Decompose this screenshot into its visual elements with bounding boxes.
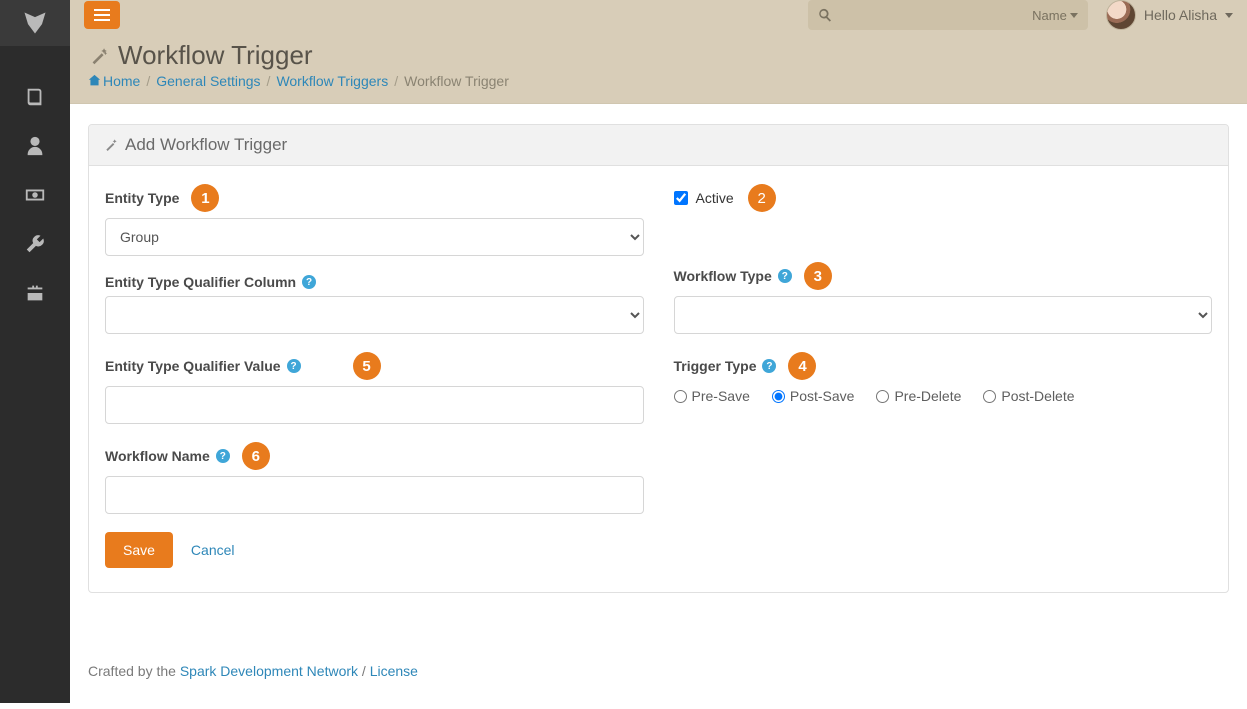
breadcrumb-home[interactable]: Home [88,73,140,89]
callout-5: 5 [353,352,381,380]
callout-2: 2 [748,184,776,212]
search-input[interactable] [832,8,1032,23]
callout-6: 6 [242,442,270,470]
hamburger-icon [94,8,110,22]
callout-4: 4 [788,352,816,380]
workflow-name-label: Workflow Name [105,448,210,464]
user-menu[interactable]: Hello Alisha [1106,0,1233,30]
search-box[interactable]: Name [808,0,1088,30]
panel-workflow-trigger: Add Workflow Trigger Entity Type 1 Group [88,124,1229,593]
trigger-type-label: Trigger Type [674,358,757,374]
main-area: Name Hello Alisha Workflow Trigger Home … [70,0,1247,703]
radio-pre-delete[interactable] [876,390,889,403]
form-actions: Save Cancel [105,532,644,568]
trigger-type-option-presave[interactable]: Pre-Save [674,388,750,404]
trigger-type-option-predelete[interactable]: Pre-Delete [876,388,961,404]
entity-type-label: Entity Type [105,190,179,206]
workflow-type-label: Workflow Type [674,268,772,284]
etqv-label: Entity Type Qualifier Value [105,358,281,374]
caret-down-icon [1070,13,1078,18]
callout-1: 1 [191,184,219,212]
save-button[interactable]: Save [105,532,173,568]
page-title: Workflow Trigger [88,40,1229,71]
cancel-link[interactable]: Cancel [191,542,235,558]
wrench-icon [24,233,46,255]
field-active: Active 2 [674,184,1213,212]
radio-post-save[interactable] [772,390,785,403]
footer-prefix: Crafted by the [88,663,180,679]
field-trigger-type: Trigger Type ? 4 Pre-Save Post-Save Pre-… [674,352,1213,410]
footer-license-link[interactable]: License [370,663,418,679]
radio-post-delete[interactable] [983,390,996,403]
field-workflow-type: Workflow Type ? 3 [674,262,1213,334]
form-right-column: Active 2 Workflow Type ? 3 [674,184,1213,568]
panel-title: Add Workflow Trigger [125,135,287,155]
page-header: Workflow Trigger Home / General Settings… [70,30,1247,104]
form-left-column: Entity Type 1 Group Entity Type Qualifie… [105,184,644,568]
sidebar-item-admin[interactable] [24,282,46,307]
entity-type-qualifier-value-input[interactable] [105,386,644,424]
money-icon [24,184,46,206]
footer-spark-link[interactable]: Spark Development Network [180,663,358,679]
workflow-type-select[interactable] [674,296,1213,334]
workflow-name-input[interactable] [105,476,644,514]
sidebar-nav [24,46,46,307]
active-checkbox[interactable] [674,191,688,205]
radio-pre-save[interactable] [674,390,687,403]
sidebar-item-money[interactable] [24,184,46,209]
content: Add Workflow Trigger Entity Type 1 Group [70,104,1247,709]
briefcase-icon [24,282,46,304]
help-icon[interactable]: ? [287,359,301,373]
breadcrumb-general-settings[interactable]: General Settings [156,73,260,89]
etqc-label: Entity Type Qualifier Column [105,274,296,290]
search-type-label: Name [1032,8,1067,23]
user-greeting: Hello Alisha [1144,7,1217,23]
rock-logo-icon [21,9,49,37]
help-icon[interactable]: ? [778,269,792,283]
avatar [1106,0,1136,30]
field-entity-type: Entity Type 1 Group [105,184,644,256]
menu-toggle-button[interactable] [84,1,120,29]
help-icon[interactable]: ? [216,449,230,463]
book-icon [24,86,46,108]
sidebar-item-book[interactable] [24,86,46,111]
brand-logo[interactable] [0,0,70,46]
field-entity-type-qualifier-column: Entity Type Qualifier Column ? [105,274,644,334]
person-icon [24,135,46,157]
search-type-dropdown[interactable]: Name [1032,8,1078,23]
field-workflow-name: Workflow Name ? 6 [105,442,644,514]
active-label: Active [696,190,734,206]
breadcrumb: Home / General Settings / Workflow Trigg… [88,73,1229,89]
trigger-type-option-postsave[interactable]: Post-Save [772,388,855,404]
field-entity-type-qualifier-value: Entity Type Qualifier Value ? 5 [105,352,644,424]
help-icon[interactable]: ? [762,359,776,373]
breadcrumb-current: Workflow Trigger [404,73,509,89]
page-footer: Crafted by the Spark Development Network… [88,663,1229,679]
page-title-text: Workflow Trigger [118,40,313,71]
entity-type-select[interactable]: Group [105,218,644,256]
magic-wand-icon [103,137,119,153]
sidebar [0,0,70,703]
magic-wand-icon [88,45,110,67]
topbar: Name Hello Alisha [70,0,1247,30]
sidebar-item-person[interactable] [24,135,46,160]
panel-heading: Add Workflow Trigger [89,125,1228,166]
home-icon [88,74,101,87]
search-icon [818,8,832,22]
entity-type-qualifier-column-select[interactable] [105,296,644,334]
caret-down-icon [1225,13,1233,18]
breadcrumb-workflow-triggers[interactable]: Workflow Triggers [276,73,388,89]
sidebar-item-tools[interactable] [24,233,46,258]
callout-3: 3 [804,262,832,290]
trigger-type-option-postdelete[interactable]: Post-Delete [983,388,1074,404]
help-icon[interactable]: ? [302,275,316,289]
trigger-type-radios: Pre-Save Post-Save Pre-Delete Post-Delet… [674,386,1213,410]
